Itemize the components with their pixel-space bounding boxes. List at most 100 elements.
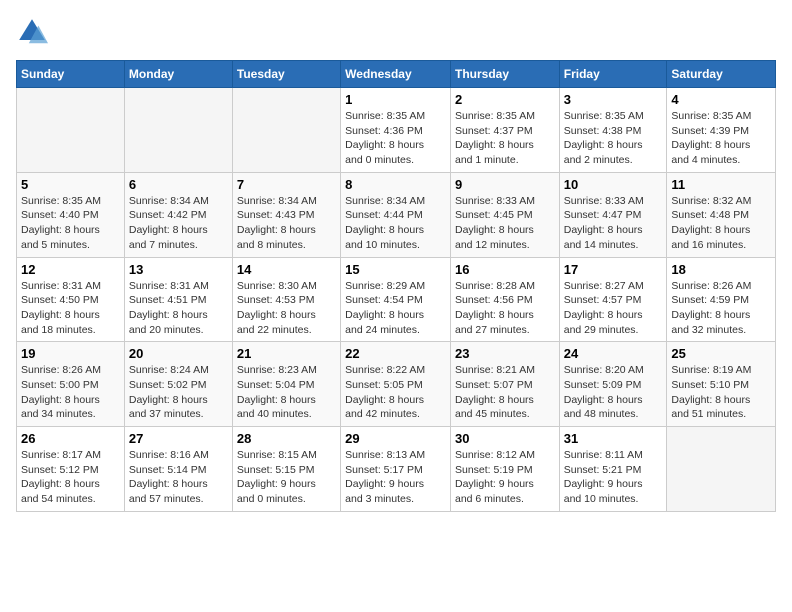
day-number: 6 xyxy=(129,177,228,192)
day-info: Sunrise: 8:34 AMSunset: 4:42 PMDaylight:… xyxy=(129,194,228,253)
weekday-header-tuesday: Tuesday xyxy=(232,61,340,88)
day-number: 24 xyxy=(564,346,663,361)
logo-icon xyxy=(16,16,48,48)
weekday-header-monday: Monday xyxy=(124,61,232,88)
day-number: 23 xyxy=(455,346,555,361)
day-info: Sunrise: 8:26 AMSunset: 5:00 PMDaylight:… xyxy=(21,363,120,422)
calendar-week-row: 19Sunrise: 8:26 AMSunset: 5:00 PMDayligh… xyxy=(17,342,776,427)
calendar-header: SundayMondayTuesdayWednesdayThursdayFrid… xyxy=(17,61,776,88)
day-info: Sunrise: 8:35 AMSunset: 4:38 PMDaylight:… xyxy=(564,109,663,168)
calendar-day-2: 2 Sunrise: 8:35 AMSunset: 4:37 PMDaylight… xyxy=(450,88,559,173)
calendar-day-27: 27 Sunrise: 8:16 AMSunset: 5:14 PMDayligh… xyxy=(124,427,232,512)
weekday-header-saturday: Saturday xyxy=(667,61,776,88)
calendar-day-13: 13 Sunrise: 8:31 AMSunset: 4:51 PMDayligh… xyxy=(124,257,232,342)
day-number: 15 xyxy=(345,262,446,277)
calendar-day-16: 16 Sunrise: 8:28 AMSunset: 4:56 PMDayligh… xyxy=(450,257,559,342)
empty-cell xyxy=(17,88,125,173)
day-number: 29 xyxy=(345,431,446,446)
day-info: Sunrise: 8:33 AMSunset: 4:47 PMDaylight:… xyxy=(564,194,663,253)
calendar-day-10: 10Sunrise: 8:33 AMSunset: 4:47 PMDayligh… xyxy=(559,172,667,257)
day-info: Sunrise: 8:17 AMSunset: 5:12 PMDaylight:… xyxy=(21,448,120,507)
day-info: Sunrise: 8:34 AMSunset: 4:43 PMDaylight:… xyxy=(237,194,336,253)
day-number: 2 xyxy=(455,92,555,107)
day-info: Sunrise: 8:11 AMSunset: 5:21 PMDaylight:… xyxy=(564,448,663,507)
day-number: 7 xyxy=(237,177,336,192)
day-info: Sunrise: 8:21 AMSunset: 5:07 PMDaylight:… xyxy=(455,363,555,422)
day-number: 17 xyxy=(564,262,663,277)
calendar-week-row: 12Sunrise: 8:31 AMSunset: 4:50 PMDayligh… xyxy=(17,257,776,342)
calendar-day-11: 11 Sunrise: 8:32 AMSunset: 4:48 PMDayligh… xyxy=(667,172,776,257)
calendar-week-row: 26 Sunrise: 8:17 AMSunset: 5:12 PMDayligh… xyxy=(17,427,776,512)
calendar-day-7: 7 Sunrise: 8:34 AMSunset: 4:43 PMDaylight… xyxy=(232,172,340,257)
calendar-week-row: 5 Sunrise: 8:35 AMSunset: 4:40 PMDaylight… xyxy=(17,172,776,257)
calendar-day-30: 30 Sunrise: 8:12 AMSunset: 5:19 PMDayligh… xyxy=(450,427,559,512)
day-number: 13 xyxy=(129,262,228,277)
calendar-day-15: 15 Sunrise: 8:29 AMSunset: 4:54 PMDayligh… xyxy=(341,257,451,342)
day-number: 21 xyxy=(237,346,336,361)
day-info: Sunrise: 8:32 AMSunset: 4:48 PMDaylight:… xyxy=(671,194,771,253)
calendar-day-20: 20Sunrise: 8:24 AMSunset: 5:02 PMDayligh… xyxy=(124,342,232,427)
calendar-day-1: 1 Sunrise: 8:35 AMSunset: 4:36 PMDaylight… xyxy=(341,88,451,173)
day-number: 11 xyxy=(671,177,771,192)
day-info: Sunrise: 8:19 AMSunset: 5:10 PMDaylight:… xyxy=(671,363,771,422)
day-info: Sunrise: 8:26 AMSunset: 4:59 PMDaylight:… xyxy=(671,279,771,338)
calendar-day-26: 26 Sunrise: 8:17 AMSunset: 5:12 PMDayligh… xyxy=(17,427,125,512)
calendar-table: SundayMondayTuesdayWednesdayThursdayFrid… xyxy=(16,60,776,512)
calendar-day-6: 6 Sunrise: 8:34 AMSunset: 4:42 PMDaylight… xyxy=(124,172,232,257)
day-info: Sunrise: 8:33 AMSunset: 4:45 PMDaylight:… xyxy=(455,194,555,253)
day-info: Sunrise: 8:31 AMSunset: 4:51 PMDaylight:… xyxy=(129,279,228,338)
day-number: 30 xyxy=(455,431,555,446)
day-info: Sunrise: 8:35 AMSunset: 4:40 PMDaylight:… xyxy=(21,194,120,253)
calendar-day-14: 14 Sunrise: 8:30 AMSunset: 4:53 PMDayligh… xyxy=(232,257,340,342)
day-number: 9 xyxy=(455,177,555,192)
empty-cell xyxy=(232,88,340,173)
day-info: Sunrise: 8:31 AMSunset: 4:50 PMDaylight:… xyxy=(21,279,120,338)
day-info: Sunrise: 8:22 AMSunset: 5:05 PMDaylight:… xyxy=(345,363,446,422)
calendar-day-21: 21 Sunrise: 8:23 AMSunset: 5:04 PMDayligh… xyxy=(232,342,340,427)
day-info: Sunrise: 8:13 AMSunset: 5:17 PMDaylight:… xyxy=(345,448,446,507)
day-number: 27 xyxy=(129,431,228,446)
day-number: 1 xyxy=(345,92,446,107)
day-info: Sunrise: 8:15 AMSunset: 5:15 PMDaylight:… xyxy=(237,448,336,507)
calendar-day-23: 23 Sunrise: 8:21 AMSunset: 5:07 PMDayligh… xyxy=(450,342,559,427)
day-info: Sunrise: 8:35 AMSunset: 4:39 PMDaylight:… xyxy=(671,109,771,168)
day-number: 14 xyxy=(237,262,336,277)
day-info: Sunrise: 8:16 AMSunset: 5:14 PMDaylight:… xyxy=(129,448,228,507)
calendar-day-5: 5 Sunrise: 8:35 AMSunset: 4:40 PMDaylight… xyxy=(17,172,125,257)
day-info: Sunrise: 8:30 AMSunset: 4:53 PMDaylight:… xyxy=(237,279,336,338)
page-header xyxy=(16,16,776,48)
calendar-day-8: 8 Sunrise: 8:34 AMSunset: 4:44 PMDaylight… xyxy=(341,172,451,257)
weekday-header-sunday: Sunday xyxy=(17,61,125,88)
day-info: Sunrise: 8:12 AMSunset: 5:19 PMDaylight:… xyxy=(455,448,555,507)
day-number: 3 xyxy=(564,92,663,107)
calendar-day-31: 31 Sunrise: 8:11 AMSunset: 5:21 PMDayligh… xyxy=(559,427,667,512)
day-number: 31 xyxy=(564,431,663,446)
day-number: 5 xyxy=(21,177,120,192)
day-info: Sunrise: 8:34 AMSunset: 4:44 PMDaylight:… xyxy=(345,194,446,253)
logo xyxy=(16,16,52,48)
weekday-header-friday: Friday xyxy=(559,61,667,88)
day-info: Sunrise: 8:23 AMSunset: 5:04 PMDaylight:… xyxy=(237,363,336,422)
day-info: Sunrise: 8:35 AMSunset: 4:36 PMDaylight:… xyxy=(345,109,446,168)
day-info: Sunrise: 8:24 AMSunset: 5:02 PMDaylight:… xyxy=(129,363,228,422)
day-number: 8 xyxy=(345,177,446,192)
calendar-day-22: 22 Sunrise: 8:22 AMSunset: 5:05 PMDayligh… xyxy=(341,342,451,427)
empty-cell xyxy=(124,88,232,173)
day-info: Sunrise: 8:29 AMSunset: 4:54 PMDaylight:… xyxy=(345,279,446,338)
calendar-day-12: 12Sunrise: 8:31 AMSunset: 4:50 PMDayligh… xyxy=(17,257,125,342)
day-number: 4 xyxy=(671,92,771,107)
weekday-header-row: SundayMondayTuesdayWednesdayThursdayFrid… xyxy=(17,61,776,88)
calendar-day-18: 18Sunrise: 8:26 AMSunset: 4:59 PMDayligh… xyxy=(667,257,776,342)
calendar-day-24: 24Sunrise: 8:20 AMSunset: 5:09 PMDayligh… xyxy=(559,342,667,427)
calendar-day-19: 19Sunrise: 8:26 AMSunset: 5:00 PMDayligh… xyxy=(17,342,125,427)
calendar-week-row: 1 Sunrise: 8:35 AMSunset: 4:36 PMDaylight… xyxy=(17,88,776,173)
day-info: Sunrise: 8:28 AMSunset: 4:56 PMDaylight:… xyxy=(455,279,555,338)
day-number: 22 xyxy=(345,346,446,361)
day-number: 25 xyxy=(671,346,771,361)
calendar-body: 1 Sunrise: 8:35 AMSunset: 4:36 PMDaylight… xyxy=(17,88,776,512)
day-info: Sunrise: 8:35 AMSunset: 4:37 PMDaylight:… xyxy=(455,109,555,168)
calendar-day-3: 3 Sunrise: 8:35 AMSunset: 4:38 PMDaylight… xyxy=(559,88,667,173)
empty-cell xyxy=(667,427,776,512)
day-number: 26 xyxy=(21,431,120,446)
day-number: 16 xyxy=(455,262,555,277)
